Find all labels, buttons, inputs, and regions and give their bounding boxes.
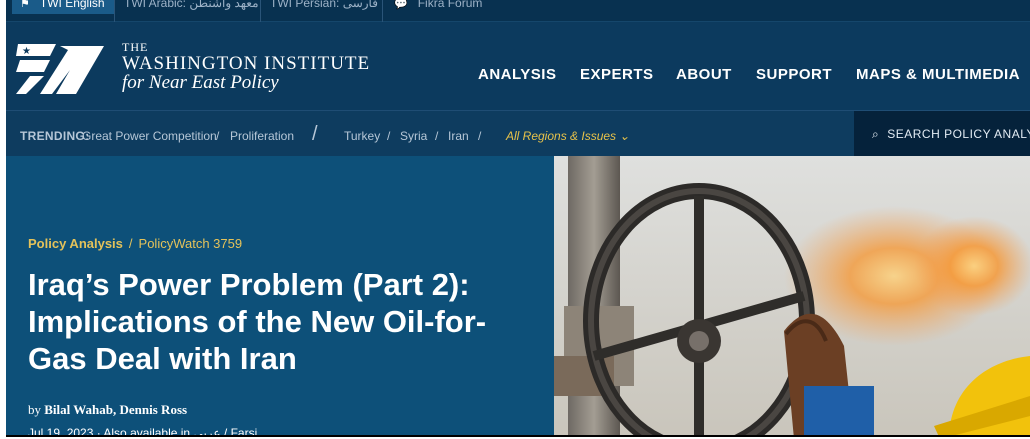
logo-wordmark[interactable]: THE WASHINGTON INSTITUTE for Near East P… [122, 40, 370, 93]
speech-bubble-icon: 💬 [394, 0, 408, 10]
nav-analysis[interactable]: ANALYSIS [478, 66, 556, 83]
hero-image [554, 156, 1030, 435]
article-title: Iraq’s Power Problem (Part 2): Implicati… [28, 267, 487, 376]
nav-support[interactable]: SUPPORT [756, 66, 832, 83]
nav-about[interactable]: ABOUT [676, 66, 732, 83]
trending-link-iran[interactable]: Iran [448, 129, 469, 143]
divider [114, 0, 115, 22]
article-dateline: Jul 19, 2023 · Also available in عربی / … [28, 426, 258, 437]
trending-link-turkey[interactable]: Turkey [344, 129, 380, 143]
language-bar: ⚑ TWI English TWI Arabic: معهد واشنطن TWI… [6, 0, 1030, 22]
divider [382, 0, 383, 22]
oil-valve-photo [554, 156, 1030, 435]
nav-maps-multimedia[interactable]: MAPS & MULTIMEDIA [856, 66, 1020, 83]
divider [260, 0, 261, 22]
trending-link-great-power[interactable]: Great Power Competition [82, 129, 217, 143]
divider: / [312, 123, 318, 145]
author-links[interactable]: Bilal Wahab, Dennis Ross [44, 402, 187, 417]
search-icon: ⌕ [872, 127, 880, 141]
lang-tab-english[interactable]: ⚑ TWI English [12, 0, 115, 14]
kicker-series-link[interactable]: PolicyWatch 3759 [139, 236, 243, 251]
article-byline: by Bilal Wahab, Dennis Ross [28, 402, 188, 417]
nav-experts[interactable]: EXPERTS [580, 66, 654, 83]
article-kicker: Policy Analysis / PolicyWatch 3759 [28, 236, 243, 251]
kicker-type-link[interactable]: Policy Analysis [28, 236, 123, 251]
flag-icon: ⚑ [20, 0, 30, 10]
search-policy-button[interactable]: ⌕SEARCH POLICY ANALYSIS [854, 111, 1030, 157]
trending-link-syria[interactable]: Syria [400, 129, 427, 143]
lang-tab-persian[interactable]: TWI Persian: فارسی [270, 0, 378, 14]
lang-tab-arabic[interactable]: TWI Arabic: معهد واشنطن [124, 0, 259, 14]
hero-text-panel: Policy Analysis / PolicyWatch 3759 Iraq’s … [6, 156, 554, 437]
trending-link-proliferation[interactable]: Proliferation [230, 129, 294, 143]
page-frame: ⚑ TWI English TWI Arabic: معهد واشنطن TWI… [6, 0, 1030, 437]
logo-name: WASHINGTON INSTITUTE [122, 53, 371, 74]
svg-text:★: ★ [22, 46, 31, 57]
site-header: ★ THE WASHINGTON INSTITUTE for Near East… [6, 22, 1030, 110]
all-regions-dropdown[interactable]: All Regions & Issues ⌄ [506, 129, 629, 143]
trending-label: TRENDING: [20, 129, 90, 143]
trending-bar: TRENDING: Great Power Competition / Prol… [6, 110, 1030, 157]
logo-subtitle: for Near East Policy [122, 72, 279, 93]
institute-logo-icon[interactable]: ★ [16, 40, 106, 96]
lang-tab-fikra[interactable]: 💬 Fikra Forum [394, 0, 482, 14]
